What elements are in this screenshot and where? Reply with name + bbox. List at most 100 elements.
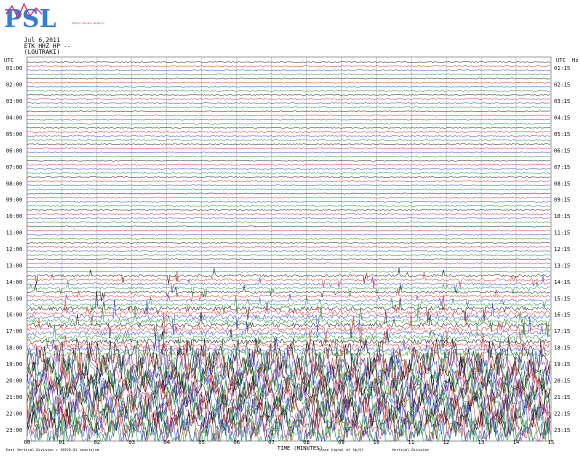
footer-left-note: East Vertical Division = 19925.01 counts… xyxy=(6,448,99,452)
seismic-trace-line xyxy=(26,275,551,294)
seismic-trace-line xyxy=(27,130,551,133)
minute-tick-label: 03 xyxy=(129,440,136,446)
hour-label-left: 06:00 xyxy=(6,148,22,154)
psl-logo: PSL Public Seismic Network xyxy=(4,2,104,33)
minute-tick-label: 12 xyxy=(443,440,450,446)
station-header: Jul 6,2011 ETK HHZ HP -- (LOUTRAKI) xyxy=(24,37,71,56)
hour-label-right: 20:15 xyxy=(554,378,570,384)
hour-label-left: 13:00 xyxy=(6,263,22,269)
hour-label-left: 10:00 xyxy=(6,214,22,220)
footer-right-note: Vertical Division xyxy=(392,448,429,452)
station-location: (LOUTRAKI) xyxy=(24,49,60,56)
hour-label-left: 20:00 xyxy=(6,378,22,384)
seismic-trace-line xyxy=(26,291,551,323)
hour-label-right: 07:15 xyxy=(554,165,570,171)
hour-label-right: 09:15 xyxy=(554,198,570,204)
minute-tick-label: 06 xyxy=(233,440,240,446)
seismic-trace-line xyxy=(26,139,551,141)
seismic-trace-line xyxy=(26,233,551,236)
seismic-trace-line xyxy=(26,163,551,166)
hour-label-left: 15:00 xyxy=(6,296,22,302)
seismic-trace-line xyxy=(26,98,551,100)
hour-label-right: 23:15 xyxy=(554,428,570,434)
hour-label-right: 10:15 xyxy=(554,214,570,220)
footer-middle-note: Trace Signal of Sb/Sf xyxy=(318,448,363,452)
seismic-trace-line xyxy=(26,73,551,76)
hour-label-left: 19:00 xyxy=(6,362,22,368)
seismic-trace-line xyxy=(26,225,551,228)
seismic-trace-line xyxy=(27,267,551,285)
minute-tick-label: 09 xyxy=(338,440,345,446)
hour-label-right: 19:15 xyxy=(554,362,570,368)
hour-label-right: 17:15 xyxy=(554,329,570,335)
seismic-trace-line xyxy=(26,250,551,253)
hour-label-right: 15:15 xyxy=(554,296,570,302)
hour-label-left: 01:00 xyxy=(6,66,22,72)
hour-label-right: 05:15 xyxy=(554,132,570,138)
seismic-trace-line xyxy=(26,159,551,162)
hour-label-right: 06:15 xyxy=(554,148,570,154)
hour-label-left: 11:00 xyxy=(6,231,22,237)
hour-label-right: 08:15 xyxy=(554,181,570,187)
x-axis-title: TIME (MINUTES) xyxy=(277,446,322,452)
seismic-trace-line xyxy=(26,209,551,211)
hour-label-left: 16:00 xyxy=(6,313,22,319)
hour-label-right: 02:15 xyxy=(554,83,570,89)
seismic-trace-line xyxy=(26,172,551,174)
trace-lines xyxy=(26,61,551,442)
seismic-trace-line xyxy=(26,188,551,191)
hour-label-left: 18:00 xyxy=(6,346,22,352)
seismic-trace-line xyxy=(27,69,551,72)
seismic-trace-line xyxy=(26,229,551,232)
minute-tick-label: 01 xyxy=(59,440,66,446)
seismic-trace-line xyxy=(26,77,551,80)
hour-label-right: 16:15 xyxy=(554,313,570,319)
hour-label-left: 05:00 xyxy=(6,132,22,138)
seismic-trace-line xyxy=(26,284,551,302)
hour-label-right: 22:15 xyxy=(554,411,570,417)
minute-tick-label: 00 xyxy=(24,440,31,446)
seismic-trace-line xyxy=(26,414,551,442)
hour-label-left: 02:00 xyxy=(6,83,22,89)
seismic-trace-line xyxy=(26,176,551,178)
seismic-trace-line xyxy=(26,237,551,240)
seismic-trace-line xyxy=(26,262,551,265)
minute-tick-label: 07 xyxy=(268,440,275,446)
right-axis-title: UTC xyxy=(556,58,566,64)
seismic-trace-line xyxy=(26,213,551,215)
hour-label-left: 14:00 xyxy=(6,280,22,286)
seismic-trace-line xyxy=(26,126,551,129)
seismic-trace-line xyxy=(27,106,551,109)
seismic-trace-line xyxy=(27,241,551,244)
left-hour-labels: 01:00 02:00 03:00 04:00 05:00 06:00 07:00 08:00… xyxy=(6,66,22,434)
minute-tick-label: 02 xyxy=(94,440,101,446)
hour-label-left: 09:00 xyxy=(6,198,22,204)
logo-text: PSL xyxy=(4,4,56,33)
seismic-trace-line xyxy=(26,288,551,302)
seismic-trace-line xyxy=(26,254,551,257)
hour-label-left: 23:00 xyxy=(6,428,22,434)
minute-tick-label: 10 xyxy=(373,440,380,446)
seismic-trace-line xyxy=(26,143,551,146)
right-axis-extra: Hz xyxy=(572,58,579,64)
hour-label-left: 04:00 xyxy=(6,116,22,122)
seismic-trace-line xyxy=(26,85,551,88)
seismic-trace-line xyxy=(26,205,551,207)
seismic-trace-line xyxy=(26,280,551,298)
hour-label-right: 21:15 xyxy=(554,395,570,401)
seismic-trace-line xyxy=(26,122,551,125)
seismic-trace-line xyxy=(27,118,551,121)
seismic-trace-line xyxy=(26,266,551,269)
hour-label-left: 03:00 xyxy=(6,99,22,105)
helicorder-seismogram: PSL Public Seismic Network Jul 6,2011 ET… xyxy=(4,2,579,452)
hour-label-right: 04:15 xyxy=(554,116,570,122)
hour-label-right: 18:15 xyxy=(554,346,570,352)
seismic-trace-line xyxy=(26,196,551,199)
seismic-trace-line xyxy=(26,151,551,154)
seismic-trace-line xyxy=(26,65,551,68)
hour-label-left: 08:00 xyxy=(6,181,22,187)
minute-tick-label: 11 xyxy=(408,440,415,446)
seismic-trace-line xyxy=(26,271,551,289)
seismic-trace-line xyxy=(26,114,551,117)
seismic-trace-line xyxy=(26,258,551,261)
